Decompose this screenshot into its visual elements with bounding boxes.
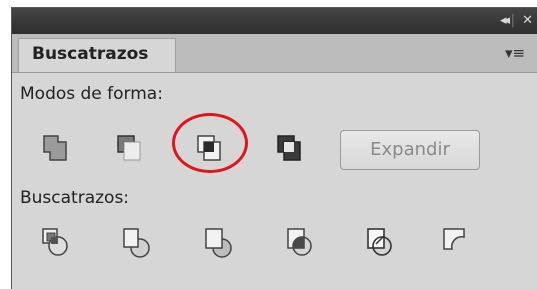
titlebar-separator: | [510,13,515,28]
collapse-double-arrow-icon[interactable]: ◂◂ [500,12,510,30]
shape-modes-label: Modos de forma: [20,84,163,104]
merge-icon [205,228,232,258]
crop-icon [287,228,312,256]
close-icon[interactable]: ✕ [522,12,533,30]
unite-icon [43,135,67,161]
minus-back-button[interactable] [438,224,474,260]
outline-button[interactable] [362,224,398,260]
crop-button[interactable] [282,224,318,260]
minus-front-button[interactable] [112,131,148,167]
tab-buscatrazos[interactable]: Buscatrazos [18,38,176,72]
merge-button[interactable] [200,224,236,260]
panel-titlebar: ◂◂ | ✕ [12,8,537,34]
highlight-ring [172,113,248,173]
tab-label: Buscatrazos [32,44,149,64]
minus-back-icon [443,228,465,250]
expand-button[interactable]: Expandir [340,130,480,170]
exclude-button[interactable] [272,131,308,167]
divide-icon [42,228,68,256]
pathfinders-label: Buscatrazos: [20,188,130,208]
outline-icon [367,228,392,256]
minus-front-icon [117,135,141,161]
trim-button[interactable] [118,224,154,260]
divide-button[interactable] [38,224,74,260]
trim-icon [123,228,150,258]
panel-menu-icon[interactable]: ▾≡ [505,44,531,62]
unite-button[interactable] [38,131,74,167]
exclude-icon [277,135,301,161]
panel-tabstrip: Buscatrazos ▾≡ [12,34,537,73]
